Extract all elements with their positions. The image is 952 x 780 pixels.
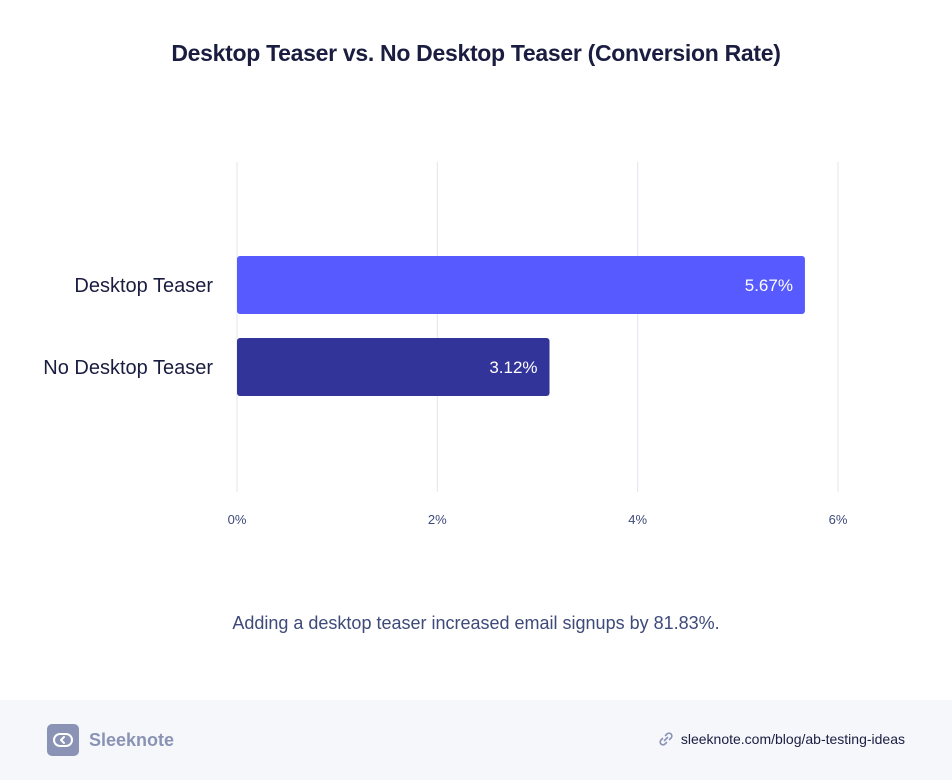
footer: Sleeknote sleeknote.com/blog/ab-testing-… — [0, 700, 952, 780]
bar — [237, 256, 805, 314]
sleeknote-logo-icon — [47, 724, 79, 756]
category-label: Desktop Teaser — [74, 275, 213, 297]
x-tick-label: 0% — [228, 512, 247, 527]
bar-chart: 0% 2% 4% 6% Desktop Teaser 5.67% No Desktop Te… — [43, 162, 848, 527]
data-label: 3.12% — [489, 358, 537, 377]
data-label: 5.67% — [745, 276, 793, 295]
x-tick-label: 6% — [829, 512, 848, 527]
brand[interactable]: Sleeknote — [47, 724, 174, 756]
source-link[interactable]: sleeknote.com/blog/ab-testing-ideas — [657, 730, 905, 748]
category-label: No Desktop Teaser — [43, 357, 213, 379]
chart-caption: Adding a desktop teaser increased email … — [232, 613, 720, 633]
x-tick-label: 2% — [428, 512, 447, 527]
brand-name: Sleeknote — [89, 729, 175, 750]
chart-page: Desktop Teaser vs. No Desktop Teaser (Co… — [0, 0, 952, 780]
source-url: sleeknote.com/blog/ab-testing-ideas — [680, 731, 905, 747]
link-icon — [657, 730, 675, 748]
x-tick-label: 4% — [628, 512, 647, 527]
